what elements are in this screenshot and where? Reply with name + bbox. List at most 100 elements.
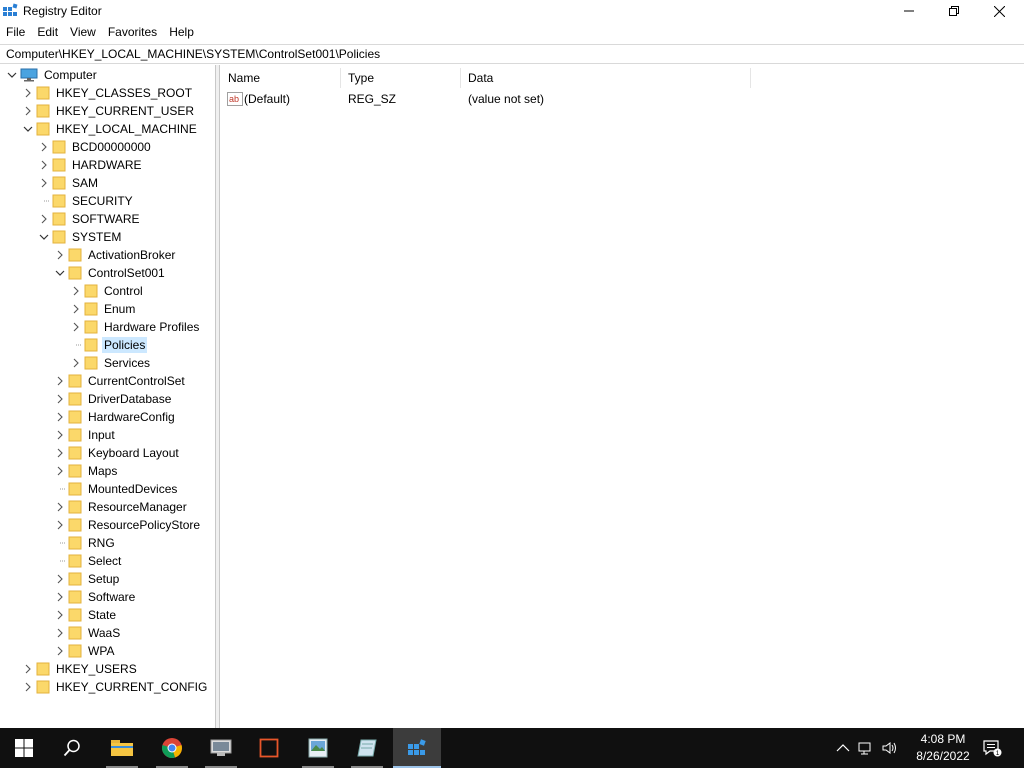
tree-item[interactable]: BCD00000000 bbox=[38, 138, 153, 156]
tree-item[interactable]: HKEY_CURRENT_CONFIG bbox=[22, 678, 209, 696]
tree-item[interactable]: Setup bbox=[54, 570, 121, 588]
taskbar-chrome[interactable] bbox=[148, 728, 196, 768]
tree-item[interactable]: ControlSet001 bbox=[54, 264, 167, 282]
list-item[interactable]: ab (Default) REG_SZ (value not set) bbox=[221, 90, 751, 108]
menu-file[interactable]: File bbox=[0, 22, 31, 42]
restore-button[interactable] bbox=[931, 0, 977, 22]
column-header-type[interactable]: Type bbox=[341, 68, 461, 88]
chevron-right-icon[interactable] bbox=[38, 210, 50, 228]
chevron-right-icon[interactable] bbox=[54, 498, 66, 516]
tree-item[interactable]: WaaS bbox=[54, 624, 122, 642]
menu-edit[interactable]: Edit bbox=[31, 22, 64, 42]
tree-item[interactable]: Policies bbox=[70, 336, 148, 354]
tree-item[interactable]: HKEY_USERS bbox=[22, 660, 139, 678]
tree-item[interactable]: SECURITY bbox=[38, 192, 135, 210]
tree-item-computer[interactable]: Computer bbox=[6, 66, 99, 84]
chevron-right-icon[interactable] bbox=[54, 408, 66, 426]
chevron-right-icon[interactable] bbox=[22, 102, 34, 120]
address-bar[interactable]: Computer\HKEY_LOCAL_MACHINE\SYSTEM\Contr… bbox=[0, 44, 1024, 64]
chevron-right-icon[interactable] bbox=[54, 642, 66, 660]
tree-item[interactable]: Enum bbox=[70, 300, 137, 318]
tree-item[interactable]: SYSTEM bbox=[38, 228, 123, 246]
tree-label: Hardware Profiles bbox=[104, 320, 200, 334]
chevron-right-icon[interactable] bbox=[70, 318, 82, 336]
taskbar-app-picture[interactable] bbox=[294, 728, 342, 768]
tree-item[interactable]: DriverDatabase bbox=[54, 390, 173, 408]
chevron-right-icon[interactable] bbox=[54, 606, 66, 624]
title-bar[interactable]: Registry Editor bbox=[0, 0, 1024, 22]
tree-item[interactable]: SOFTWARE bbox=[38, 210, 142, 228]
tree-item[interactable]: Services bbox=[70, 354, 152, 372]
pane-splitter[interactable] bbox=[216, 65, 220, 728]
chevron-right-icon[interactable] bbox=[54, 426, 66, 444]
chevron-right-icon[interactable] bbox=[54, 516, 66, 534]
picture-icon bbox=[308, 738, 328, 758]
tree-item[interactable]: ResourceManager bbox=[54, 498, 189, 516]
tree-item[interactable]: Keyboard Layout bbox=[54, 444, 181, 462]
chevron-down-icon[interactable] bbox=[6, 66, 18, 84]
chevron-up-icon[interactable] bbox=[836, 743, 850, 753]
chevron-right-icon[interactable] bbox=[54, 444, 66, 462]
taskbar-app-notebook[interactable] bbox=[343, 728, 391, 768]
tree-item[interactable]: Control bbox=[70, 282, 145, 300]
tree-item[interactable]: SAM bbox=[38, 174, 100, 192]
folder-icon bbox=[84, 338, 98, 352]
folder-icon bbox=[36, 122, 50, 136]
chevron-right-icon[interactable] bbox=[54, 246, 66, 264]
menu-view[interactable]: View bbox=[64, 22, 102, 42]
volume-icon[interactable] bbox=[882, 741, 898, 755]
tree-item[interactable]: MountedDevices bbox=[54, 480, 179, 498]
chevron-right-icon[interactable] bbox=[38, 138, 50, 156]
tree-item[interactable]: State bbox=[54, 606, 118, 624]
tree-item[interactable]: CurrentControlSet bbox=[54, 372, 187, 390]
tree-item[interactable]: HKEY_CLASSES_ROOT bbox=[22, 84, 194, 102]
chevron-right-icon[interactable] bbox=[38, 174, 50, 192]
tree-item[interactable]: Maps bbox=[54, 462, 119, 480]
chevron-down-icon[interactable] bbox=[38, 228, 50, 246]
chevron-right-icon[interactable] bbox=[54, 624, 66, 642]
minimize-button[interactable] bbox=[886, 0, 932, 22]
tree-item[interactable]: RNG bbox=[54, 534, 117, 552]
taskbar-app-square[interactable] bbox=[245, 728, 293, 768]
chevron-right-icon[interactable] bbox=[70, 354, 82, 372]
tree-label: Select bbox=[88, 554, 122, 568]
start-button[interactable] bbox=[0, 728, 48, 768]
tree-item[interactable]: HARDWARE bbox=[38, 156, 144, 174]
taskbar-registry-editor[interactable] bbox=[393, 728, 441, 768]
tree-item[interactable]: Select bbox=[54, 552, 123, 570]
chevron-right-icon[interactable] bbox=[54, 570, 66, 588]
action-center-button[interactable]: 1 bbox=[968, 728, 1016, 768]
tree-label: HKEY_CURRENT_USER bbox=[56, 104, 195, 118]
column-header-data[interactable]: Data bbox=[461, 68, 751, 88]
tree-item[interactable]: WPA bbox=[54, 642, 116, 660]
tree-item[interactable]: ActivationBroker bbox=[54, 246, 177, 264]
network-icon[interactable] bbox=[858, 741, 874, 755]
chevron-right-icon[interactable] bbox=[54, 462, 66, 480]
taskbar-app-monitor[interactable] bbox=[197, 728, 245, 768]
column-header-name[interactable]: Name bbox=[221, 68, 341, 88]
chevron-right-icon[interactable] bbox=[54, 372, 66, 390]
tree-label: WaaS bbox=[88, 626, 121, 640]
close-button[interactable] bbox=[976, 0, 1022, 22]
chevron-down-icon[interactable] bbox=[54, 264, 66, 282]
taskbar-file-explorer[interactable] bbox=[98, 728, 146, 768]
chevron-right-icon[interactable] bbox=[38, 156, 50, 174]
search-button[interactable] bbox=[48, 728, 96, 768]
tree-item[interactable]: Software bbox=[54, 588, 137, 606]
tree-item[interactable]: HKEY_CURRENT_USER bbox=[22, 102, 196, 120]
tree-item[interactable]: HardwareConfig bbox=[54, 408, 177, 426]
chevron-right-icon[interactable] bbox=[70, 282, 82, 300]
chevron-right-icon[interactable] bbox=[22, 678, 34, 696]
chevron-down-icon[interactable] bbox=[22, 120, 34, 138]
chevron-right-icon[interactable] bbox=[54, 390, 66, 408]
menu-favorites[interactable]: Favorites bbox=[102, 22, 163, 42]
chevron-right-icon[interactable] bbox=[70, 300, 82, 318]
chevron-right-icon[interactable] bbox=[22, 660, 34, 678]
chevron-right-icon[interactable] bbox=[54, 588, 66, 606]
tree-item[interactable]: ResourcePolicyStore bbox=[54, 516, 202, 534]
menu-help[interactable]: Help bbox=[163, 22, 200, 42]
tree-item[interactable]: Hardware Profiles bbox=[70, 318, 201, 336]
chevron-right-icon[interactable] bbox=[22, 84, 34, 102]
tree-item[interactable]: Input bbox=[54, 426, 117, 444]
tree-item[interactable]: HKEY_LOCAL_MACHINE bbox=[22, 120, 199, 138]
